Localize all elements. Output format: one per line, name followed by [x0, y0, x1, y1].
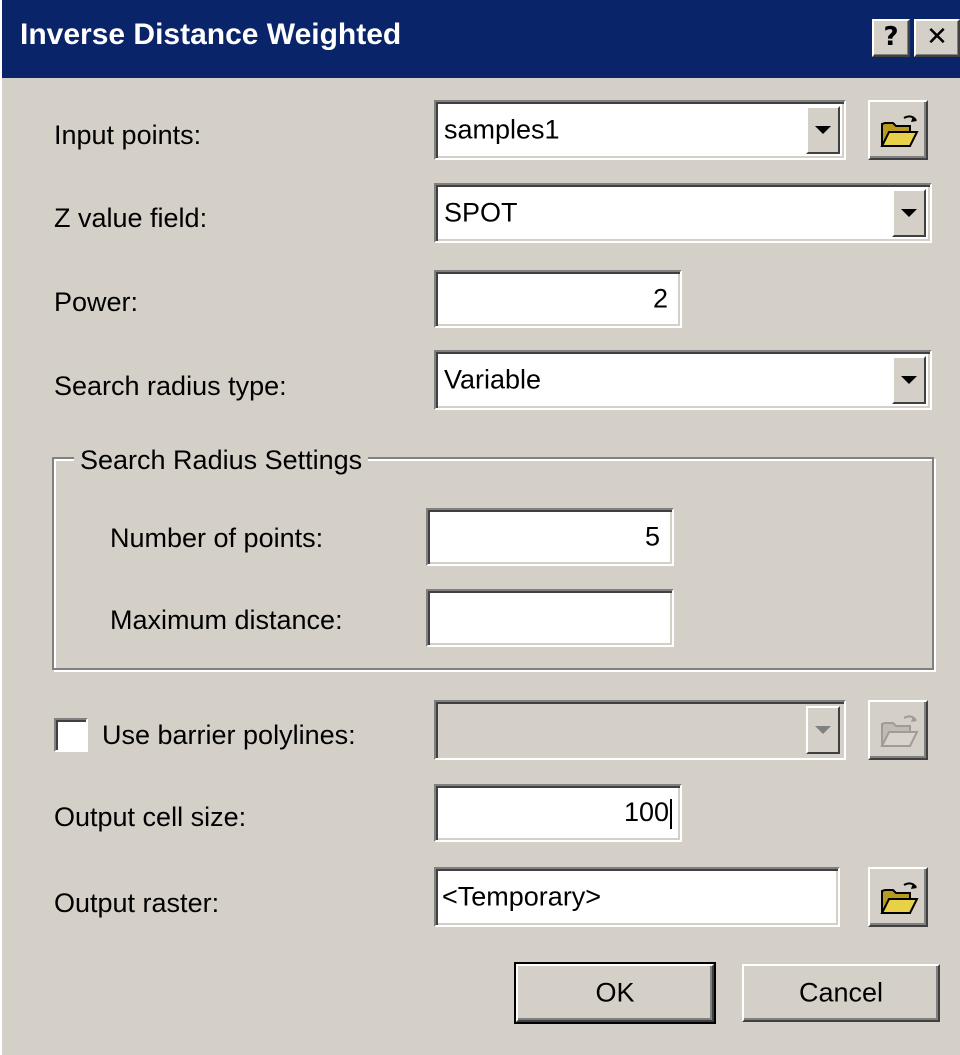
- z-value-field-value: SPOT: [444, 197, 518, 228]
- chevron-down-icon: [901, 376, 917, 384]
- output-cell-size-input[interactable]: 100: [434, 784, 682, 842]
- search-radius-type-value: Variable: [444, 364, 542, 395]
- search-radius-type-label: Search radius type:: [54, 371, 287, 401]
- input-points-browse-button[interactable]: [868, 100, 928, 160]
- input-points-label: Input points:: [54, 120, 202, 150]
- close-icon: ✕: [926, 22, 948, 52]
- title-bar[interactable]: Inverse Distance Weighted ? ✕: [2, 0, 960, 78]
- maximum-distance-label: Maximum distance:: [110, 605, 343, 635]
- open-folder-icon: [880, 115, 919, 147]
- idw-dialog: Inverse Distance Weighted ? ✕ Input poin…: [0, 0, 960, 1055]
- number-of-points-value: 5: [644, 521, 660, 552]
- output-raster-label: Output raster:: [54, 888, 220, 918]
- output-raster-browse-button[interactable]: [868, 867, 928, 927]
- chevron-down-icon: [901, 209, 917, 217]
- search-radius-settings-legend: Search Radius Settings: [74, 445, 369, 476]
- power-label: Power:: [54, 287, 139, 317]
- power-input[interactable]: 2: [434, 270, 682, 328]
- chevron-down-icon: [815, 126, 831, 134]
- close-button[interactable]: ✕: [914, 19, 960, 57]
- cancel-button-label: Cancel: [798, 977, 884, 1008]
- ok-button-label: OK: [595, 977, 635, 1008]
- output-cell-size-value: 100: [623, 797, 669, 828]
- search-radius-type-combobox[interactable]: Variable: [434, 350, 932, 410]
- number-of-points-label: Number of points:: [110, 523, 324, 553]
- barrier-polylines-dropdown-button[interactable]: [806, 706, 840, 754]
- input-points-dropdown-button[interactable]: [806, 106, 840, 154]
- ok-button[interactable]: OK: [514, 962, 716, 1024]
- open-folder-icon: [880, 715, 919, 747]
- maximum-distance-input[interactable]: [426, 589, 674, 647]
- z-value-field-label: Z value field:: [54, 203, 208, 233]
- open-folder-icon: [880, 882, 919, 914]
- search-radius-type-dropdown-button[interactable]: [892, 356, 926, 404]
- output-cell-size-field: 100: [624, 797, 672, 829]
- barrier-polylines-browse-button[interactable]: [868, 700, 928, 760]
- power-value: 2: [652, 283, 668, 314]
- input-points-combobox[interactable]: samples1: [434, 100, 846, 160]
- help-icon: ?: [883, 22, 899, 52]
- window-title: Inverse Distance Weighted: [20, 18, 402, 51]
- output-cell-size-label: Output cell size:: [54, 802, 247, 832]
- text-caret: [670, 798, 672, 829]
- z-value-field-combobox[interactable]: SPOT: [434, 183, 932, 243]
- number-of-points-input[interactable]: 5: [426, 508, 674, 566]
- use-barrier-polylines-checkbox[interactable]: [54, 718, 88, 752]
- use-barrier-polylines-label[interactable]: Use barrier polylines:: [102, 720, 356, 751]
- output-raster-input[interactable]: <Temporary>: [434, 867, 840, 927]
- cancel-button[interactable]: Cancel: [742, 964, 940, 1022]
- z-value-field-dropdown-button[interactable]: [892, 189, 926, 237]
- output-raster-value: <Temporary>: [442, 881, 602, 912]
- barrier-polylines-combobox[interactable]: [434, 700, 846, 760]
- input-points-value: samples1: [444, 114, 560, 145]
- help-button[interactable]: ?: [872, 19, 910, 57]
- chevron-down-icon: [815, 726, 831, 734]
